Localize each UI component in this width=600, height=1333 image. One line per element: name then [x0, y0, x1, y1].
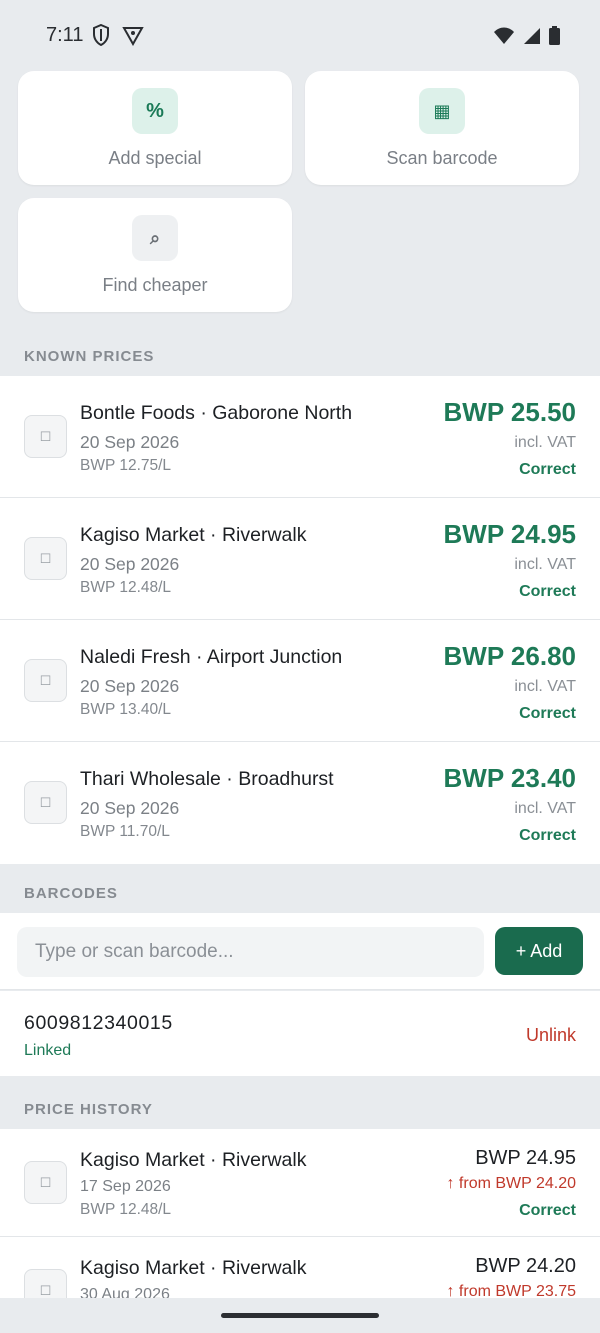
price-row[interactable]: ☐ Kagiso Market · Riverwalk 20 Sep 2026 …: [0, 498, 600, 620]
unit-price: BWP 12.48/L: [80, 1201, 172, 1218]
battery-icon: [549, 26, 560, 45]
price-row[interactable]: ☐ Naledi Fresh · Airport Junction 20 Sep…: [0, 620, 600, 742]
barcode-row: 6009812340015 Linked Unlink: [0, 991, 600, 1076]
shield-icon: [93, 24, 109, 46]
barcode-input-area: + Add: [0, 913, 600, 990]
vat-label: incl. VAT: [514, 556, 576, 573]
price-value: BWP 24.95: [443, 519, 576, 549]
price-value: BWP 26.80: [443, 641, 576, 671]
price-value: BWP 25.50: [443, 397, 576, 427]
search-icon: ⌕: [132, 215, 178, 261]
known-prices-header: KNOWN PRICES: [24, 348, 155, 365]
price-history-header: PRICE HISTORY: [24, 1101, 153, 1118]
price-row[interactable]: ☐ Thari Wholesale · Broadhurst 20 Sep 20…: [0, 742, 600, 864]
barcode-input[interactable]: [17, 927, 484, 977]
barcode-number: 6009812340015: [24, 1012, 173, 1034]
known-prices-list: ☐ Bontle Foods · Gaborone North 20 Sep 2…: [0, 376, 600, 864]
add-barcode-button[interactable]: + Add: [495, 927, 583, 975]
barcodes-header: BARCODES: [24, 885, 118, 902]
price-value: BWP 23.40: [443, 763, 576, 793]
correct-label[interactable]: Correct: [519, 461, 576, 479]
scan-barcode-tile[interactable]: ▦ Scan barcode: [305, 71, 579, 185]
signal-icon: [524, 27, 540, 44]
price-change: ↑ from BWP 24.20: [446, 1175, 576, 1192]
navigation-bar: [0, 1298, 600, 1333]
unit-price: BWP 13.40/L: [80, 701, 172, 718]
price-date: 17 Sep 2026: [80, 1178, 171, 1195]
unit-price: BWP 12.75/L: [80, 457, 172, 474]
price-value: BWP 24.95: [475, 1147, 576, 1169]
vat-label: incl. VAT: [514, 678, 576, 695]
store-name: Kagiso Market · Riverwalk: [80, 524, 307, 546]
unlink-button[interactable]: Unlink: [526, 1025, 576, 1046]
status-bar: 7:11: [0, 0, 600, 72]
store-checkbox[interactable]: ☐: [24, 781, 67, 824]
price-row[interactable]: ☐ Bontle Foods · Gaborone North 20 Sep 2…: [0, 376, 600, 498]
add-special-tile[interactable]: % Add special: [18, 71, 292, 185]
history-row[interactable]: ☐ Kagiso Market · Riverwalk 17 Sep 2026 …: [0, 1129, 600, 1237]
percent-icon: %: [132, 88, 178, 134]
store-name: Naledi Fresh · Airport Junction: [80, 646, 343, 668]
unit-price: BWP 11.70/L: [80, 823, 170, 840]
vat-label: incl. VAT: [514, 434, 576, 451]
correct-label[interactable]: Correct: [519, 827, 576, 845]
price-date: 20 Sep 2026: [80, 798, 180, 818]
store-name: Thari Wholesale · Broadhurst: [80, 768, 334, 790]
store-checkbox[interactable]: ☐: [24, 537, 67, 580]
correct-label[interactable]: Correct: [519, 583, 576, 601]
store-checkbox[interactable]: ☐: [24, 1161, 67, 1204]
store-name: Kagiso Market · Riverwalk: [80, 1149, 307, 1171]
add-special-label: Add special: [108, 148, 202, 168]
scan-barcode-label: Scan barcode: [386, 148, 498, 168]
find-cheaper-tile[interactable]: ⌕ Find cheaper: [18, 198, 292, 312]
home-gesture-handle[interactable]: [221, 1313, 379, 1318]
price-date: 20 Sep 2026: [80, 554, 180, 574]
price-value: BWP 24.20: [475, 1255, 576, 1277]
correct-label[interactable]: Correct: [519, 705, 576, 723]
store-checkbox[interactable]: ☐: [24, 659, 67, 702]
vpn-icon: [122, 27, 144, 46]
correct-label[interactable]: Correct: [519, 1202, 576, 1220]
price-date: 20 Sep 2026: [80, 676, 180, 696]
find-cheaper-label: Find cheaper: [102, 275, 208, 295]
store-name: Bontle Foods · Gaborone North: [80, 402, 353, 424]
wifi-icon: [494, 27, 514, 44]
price-date: 20 Sep 2026: [80, 432, 180, 452]
store-checkbox[interactable]: ☐: [24, 415, 67, 458]
store-name: Kagiso Market · Riverwalk: [80, 1257, 307, 1279]
status-time: 7:11: [46, 24, 84, 46]
vat-label: incl. VAT: [514, 800, 576, 817]
unit-price: BWP 12.48/L: [80, 579, 172, 596]
barcode-status: Linked: [24, 1042, 72, 1059]
barcode-icon: ▦: [419, 88, 465, 134]
